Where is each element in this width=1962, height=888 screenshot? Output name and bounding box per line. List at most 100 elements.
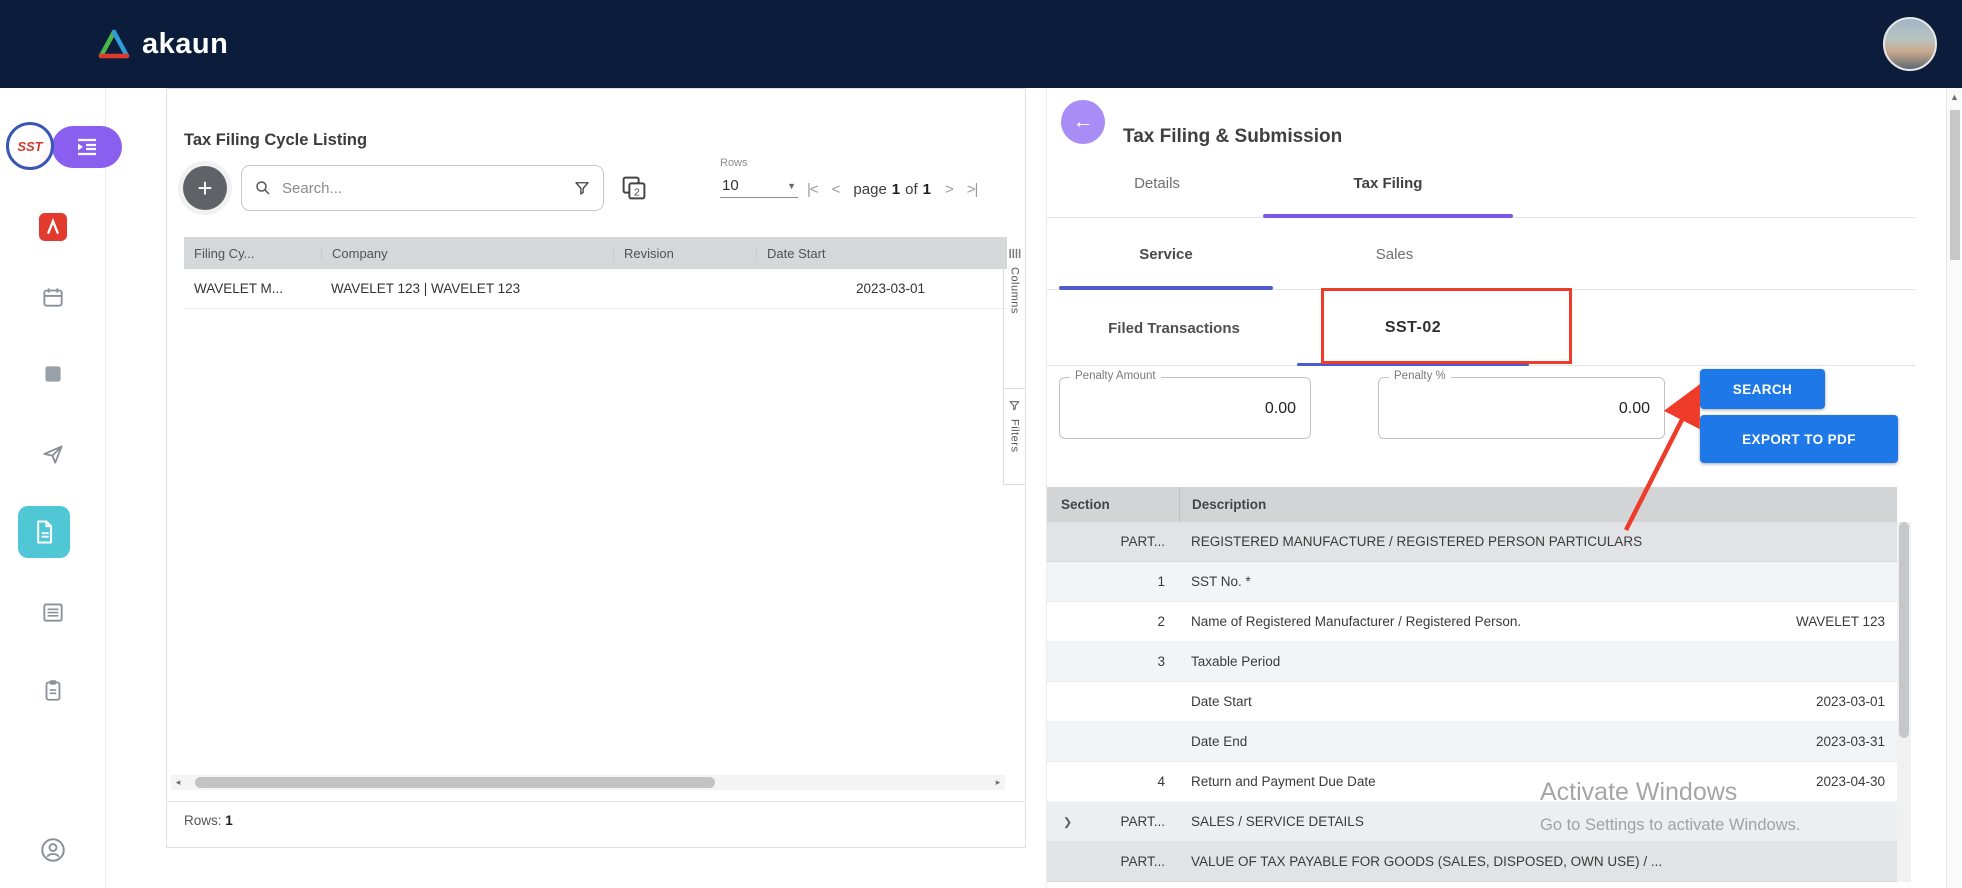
sidebar-collapse-button[interactable] xyxy=(52,126,122,168)
scroll-up-icon[interactable]: ▲ xyxy=(1947,92,1962,102)
sidebar-item-calendar[interactable] xyxy=(0,284,106,310)
column-header-revision[interactable]: Revision xyxy=(613,246,756,261)
tab-details-label: Details xyxy=(1134,175,1180,192)
sidebar-item-send[interactable] xyxy=(0,441,106,467)
akaun-logo[interactable]: akaun xyxy=(96,0,228,88)
scroll-right-icon[interactable]: ▸ xyxy=(991,777,1005,788)
cell-section: 2 xyxy=(1047,614,1179,629)
section-table-row[interactable]: Date Start2023-03-01 xyxy=(1047,682,1897,722)
filter-funnel-icon[interactable] xyxy=(573,179,591,197)
plus-icon: + xyxy=(197,173,212,203)
cell-description: REGISTERED MANUFACTURE / REGISTERED PERS… xyxy=(1179,534,1737,549)
pagination: |< < page 1 of 1 > >| xyxy=(807,181,977,198)
first-page-button[interactable]: |< xyxy=(807,181,818,198)
section-table-row[interactable]: 3Taxable Period xyxy=(1047,642,1897,682)
cell-description: SALES / SERVICE DETAILS xyxy=(1179,814,1737,829)
filters-tab[interactable]: Filters xyxy=(1004,389,1025,485)
cell-section: PART... xyxy=(1047,534,1179,549)
add-button[interactable]: + xyxy=(183,166,227,210)
column-header-description[interactable]: Description xyxy=(1179,487,1737,522)
document-icon xyxy=(30,518,58,546)
tax-filing-cycle-listing-panel: Tax Filing Cycle Listing + 2 Rows 10 xyxy=(166,88,1026,848)
expand-chevron-icon[interactable]: ❯ xyxy=(1063,815,1072,828)
sst-badge[interactable]: SST xyxy=(6,122,54,170)
section-table-row[interactable]: 4Return and Payment Due Date2023-04-30 xyxy=(1047,762,1897,802)
columns-tab[interactable]: Columns xyxy=(1004,237,1025,389)
scroll-left-icon[interactable]: ◂ xyxy=(171,777,185,788)
main-tabs: Details Tax Filing xyxy=(1047,150,1915,218)
penalty-amount-field[interactable]: Penalty Amount 0.00 xyxy=(1059,377,1311,439)
last-page-button[interactable]: >| xyxy=(967,181,978,198)
table-row[interactable]: WAVELET M...WAVELET 123 | WAVELET 123202… xyxy=(184,269,1007,309)
cell-date-start: 2023-03-01 xyxy=(756,281,1007,296)
section-table-scrollbar[interactable] xyxy=(1897,522,1911,882)
section-table-row[interactable]: PART...REGISTERED MANUFACTURE / REGISTER… xyxy=(1047,522,1897,562)
page-scrollbar[interactable]: ▲ xyxy=(1946,88,1962,888)
sidebar: SST xyxy=(0,88,106,888)
sidebar-item-square[interactable] xyxy=(0,361,106,387)
active-tab-underline xyxy=(1263,214,1513,218)
search-input[interactable] xyxy=(280,179,565,198)
sidebar-item-document-active[interactable] xyxy=(18,506,70,558)
app-root: akaun SST xyxy=(0,0,1962,888)
sub-tabs: Service Sales xyxy=(1047,219,1915,290)
hscroll-track[interactable] xyxy=(185,777,991,788)
horizontal-scrollbar[interactable]: ◂ ▸ xyxy=(171,775,1005,790)
tab-sst-02[interactable]: SST-02 xyxy=(1297,291,1529,365)
tab-service[interactable]: Service xyxy=(1059,219,1273,289)
copy-pages-icon: 2 xyxy=(619,173,649,203)
search-button[interactable]: SEARCH xyxy=(1700,369,1825,409)
sidebar-item-clipboard[interactable] xyxy=(0,677,106,703)
page-scroll-thumb[interactable] xyxy=(1950,110,1960,260)
prev-page-button[interactable]: < xyxy=(832,181,840,198)
next-page-button[interactable]: > xyxy=(945,181,953,198)
tab-filed-transactions[interactable]: Filed Transactions xyxy=(1059,291,1289,365)
column-header-section[interactable]: Section xyxy=(1047,497,1179,512)
svg-text:2: 2 xyxy=(634,188,640,199)
rows-per-page-select[interactable]: Rows 10 ▼ xyxy=(720,157,798,198)
cell-description: Return and Payment Due Date xyxy=(1179,774,1737,789)
duplicate-pages-button[interactable]: 2 xyxy=(617,173,651,205)
section-table-row[interactable]: Date End2023-03-31 xyxy=(1047,722,1897,762)
active-innertab-underline xyxy=(1297,363,1529,367)
sidebar-item-profile[interactable] xyxy=(0,835,106,865)
calendar-icon xyxy=(40,284,66,310)
hscroll-thumb[interactable] xyxy=(195,777,715,788)
tab-tax-filing[interactable]: Tax Filing xyxy=(1263,150,1513,217)
export-to-pdf-button[interactable]: EXPORT TO PDF xyxy=(1700,415,1898,463)
square-icon xyxy=(40,361,66,387)
tab-service-label: Service xyxy=(1139,246,1192,263)
section-table-body: PART...REGISTERED MANUFACTURE / REGISTER… xyxy=(1047,522,1897,882)
tab-filed-transactions-label: Filed Transactions xyxy=(1108,320,1240,337)
section-table-row[interactable]: ❯PART...SALES / SERVICE DETAILS xyxy=(1047,802,1897,842)
sidebar-item-pdf[interactable] xyxy=(0,213,106,241)
column-header-filing-cycle[interactable]: Filing Cy... xyxy=(184,246,321,261)
sst-badge-label: SST xyxy=(17,139,42,154)
section-table-row[interactable]: 2Name of Registered Manufacturer / Regis… xyxy=(1047,602,1897,642)
column-header-company[interactable]: Company xyxy=(321,246,613,261)
sidebar-item-list[interactable] xyxy=(0,599,106,625)
section-table-scroll-thumb[interactable] xyxy=(1899,522,1909,738)
cell-section: 4 xyxy=(1047,774,1179,789)
tab-sales[interactable]: Sales xyxy=(1287,219,1502,289)
cell-description: Date Start xyxy=(1179,694,1737,709)
caret-down-icon: ▼ xyxy=(787,181,796,191)
back-button[interactable]: ← xyxy=(1061,100,1105,144)
section-table-row[interactable]: 1SST No. * xyxy=(1047,562,1897,602)
indent-menu-icon xyxy=(75,135,99,159)
column-header-date-start[interactable]: Date Start xyxy=(756,246,1007,261)
cell-company: WAVELET 123 | WAVELET 123 xyxy=(321,281,613,296)
section-table-header: Section Description xyxy=(1047,487,1897,522)
logo-text: akaun xyxy=(142,28,228,61)
footer-divider xyxy=(167,801,1025,802)
tab-sales-label: Sales xyxy=(1376,246,1414,263)
side-tool-strip: Columns Filters xyxy=(1003,237,1025,485)
user-avatar[interactable] xyxy=(1883,17,1937,71)
penalty-percent-field[interactable]: Penalty % 0.00 xyxy=(1378,377,1665,439)
akaun-logo-icon xyxy=(96,28,132,60)
page-total: 1 xyxy=(923,181,931,198)
tab-details[interactable]: Details xyxy=(1067,150,1247,217)
cell-section: ❯PART... xyxy=(1047,814,1179,829)
cell-section: 3 xyxy=(1047,654,1179,669)
section-table-row[interactable]: PART...VALUE OF TAX PAYABLE FOR GOODS (S… xyxy=(1047,842,1897,882)
